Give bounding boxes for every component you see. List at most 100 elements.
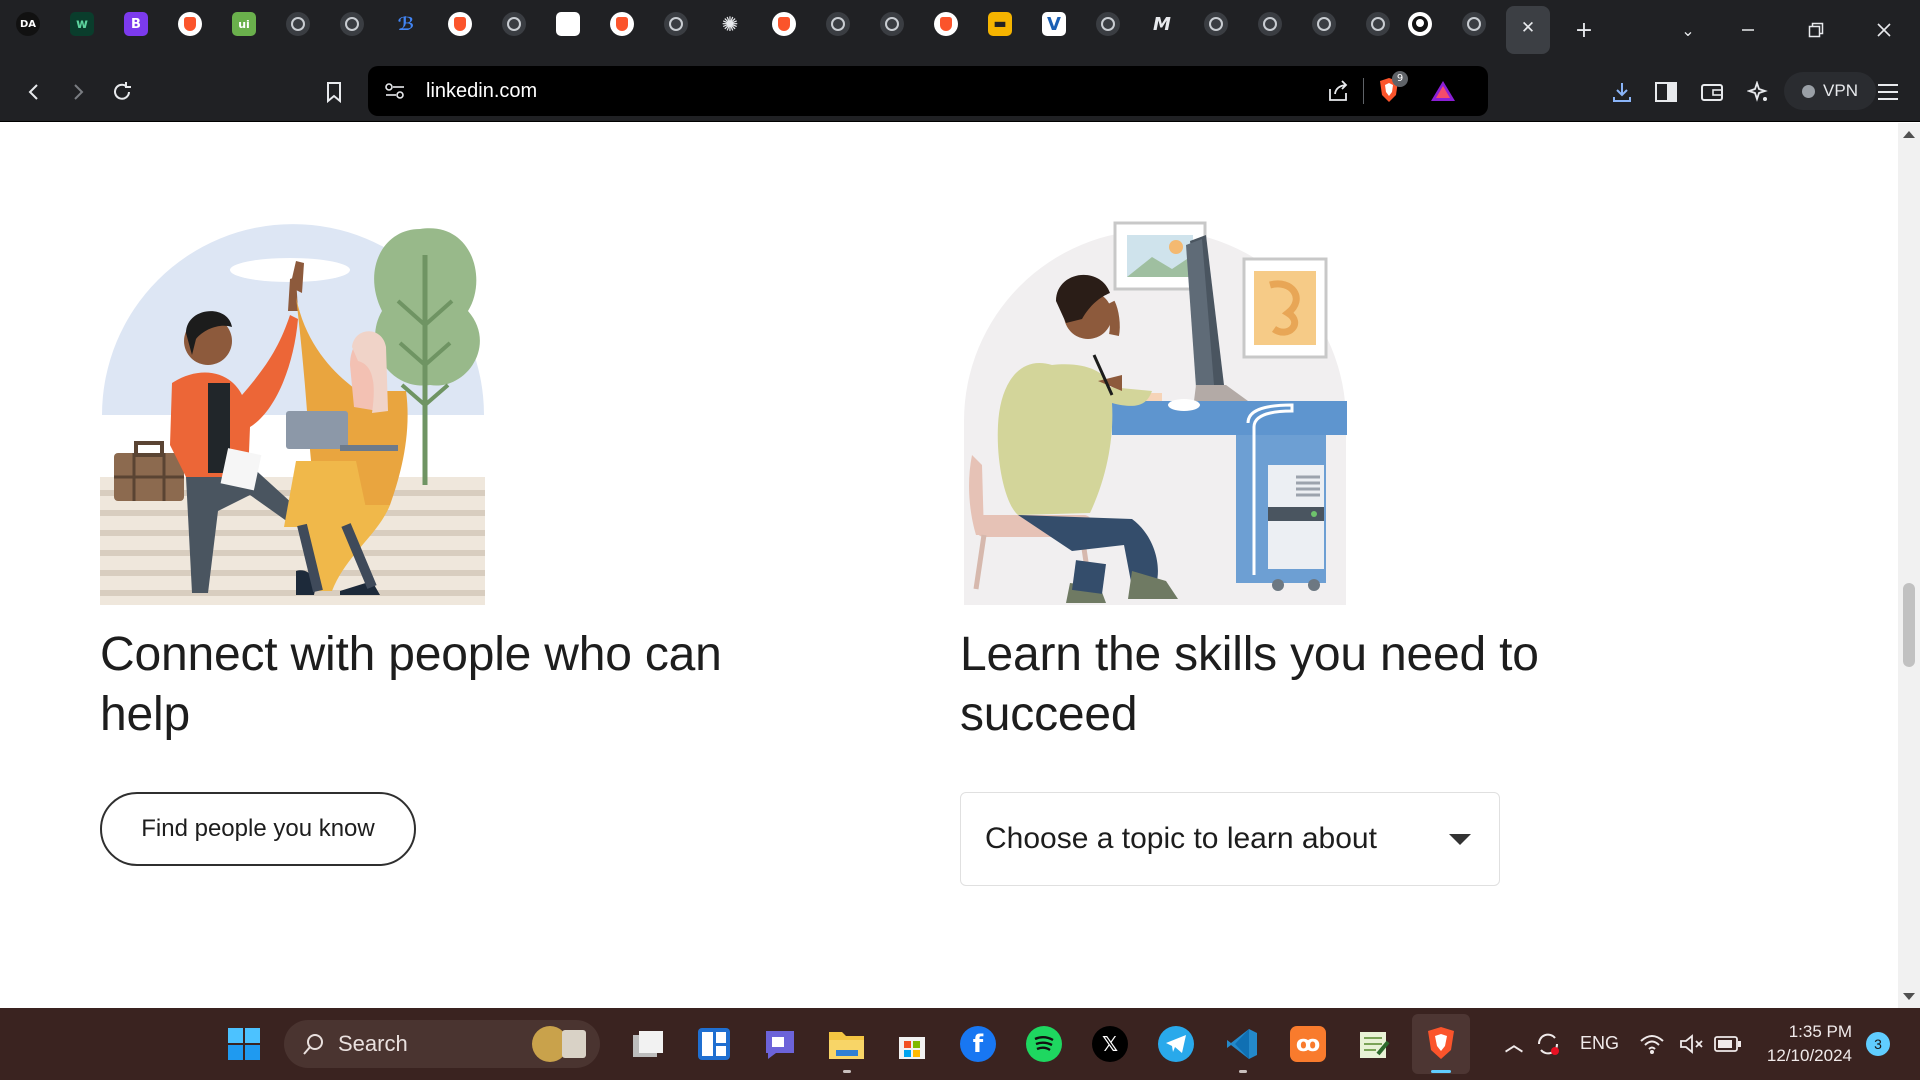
clock-time[interactable]: 1:35 PM [1756, 1022, 1852, 1042]
close-icon [1877, 23, 1891, 37]
high-five-illustration [100, 224, 485, 605]
tab-globe-3[interactable] [502, 12, 526, 36]
back-button[interactable] [16, 74, 52, 110]
chat-app-button[interactable] [762, 1026, 798, 1062]
file-explorer-button[interactable] [828, 1026, 864, 1062]
bookmark-button[interactable] [316, 74, 352, 110]
volume-muted-icon [1680, 1034, 1703, 1054]
tab-green-app[interactable]: ui [232, 12, 256, 36]
language-indicator[interactable]: ENG [1580, 1033, 1619, 1054]
wallet-button[interactable] [1694, 74, 1730, 110]
tab-da[interactable]: DA [16, 12, 40, 36]
tab-brave-4[interactable] [772, 12, 796, 36]
tab-brave-3[interactable] [610, 12, 634, 36]
tab-brave-2[interactable] [448, 12, 472, 36]
ms-store-button[interactable] [894, 1026, 930, 1062]
page-scrollbar[interactable] [1898, 123, 1920, 1008]
tab-da-label: DA [19, 18, 37, 30]
sync-status-button[interactable] [1530, 1026, 1566, 1062]
sidebar-button[interactable] [1648, 74, 1684, 110]
page-content: Connect with people who can help Learn t… [0, 123, 1898, 1008]
vscode-button[interactable] [1224, 1026, 1260, 1062]
scroll-thumb[interactable] [1903, 583, 1915, 667]
wallet-icon [1701, 84, 1723, 101]
download-icon [1613, 83, 1631, 102]
brave-rewards-icon[interactable] [1430, 80, 1456, 102]
widgets-button[interactable] [696, 1026, 732, 1062]
chevron-up-icon: ︿ [1505, 1035, 1523, 1056]
tab-globe-12[interactable] [1462, 12, 1486, 36]
tab-github[interactable] [1408, 12, 1432, 36]
tab-white-doc[interactable] [556, 12, 580, 36]
spotify-icon [1034, 1036, 1054, 1052]
reload-icon [114, 82, 131, 100]
minimize-button[interactable] [1730, 12, 1766, 48]
taskbar-search-label: Search [338, 1031, 408, 1056]
facebook-icon: f [972, 1030, 984, 1058]
telegram-button[interactable] [1158, 1026, 1194, 1062]
close-window-button[interactable] [1866, 12, 1902, 48]
brave-taskbar-button[interactable] [1412, 1014, 1470, 1074]
tab-yellow-app[interactable]: ▬ [988, 12, 1012, 36]
battery-button[interactable] [1710, 1026, 1746, 1062]
facebook-button[interactable]: f [960, 1026, 996, 1062]
taskbar-search[interactable]: Search [284, 1020, 600, 1068]
tab-globe-5[interactable] [826, 12, 850, 36]
leo-ai-button[interactable] [1740, 74, 1776, 110]
forward-button[interactable] [60, 74, 96, 110]
folder-icon [829, 1032, 864, 1059]
new-tab-button[interactable]: + [1566, 12, 1602, 48]
tab-globe-9[interactable] [1258, 12, 1282, 36]
tab-v-app[interactable]: V [1042, 12, 1066, 36]
tab-search-icon[interactable]: ⌄ [1670, 12, 1706, 48]
start-button[interactable] [226, 1026, 262, 1062]
brave-shields-button[interactable]: 9 [1378, 71, 1408, 103]
bookmark-icon [327, 82, 341, 103]
tab-colorful-b[interactable]: ℬ [394, 12, 418, 36]
scroll-up-icon[interactable] [1903, 131, 1915, 138]
vpn-button[interactable]: VPN [1784, 72, 1876, 110]
downloads-button[interactable] [1604, 74, 1640, 110]
volume-button[interactable] [1674, 1026, 1710, 1062]
search-highlight-doc-icon [562, 1030, 586, 1058]
share-icon[interactable] [1326, 79, 1350, 103]
tab-webflow[interactable]: w [70, 12, 94, 36]
x-button[interactable]: 𝕏 [1092, 1026, 1128, 1062]
scroll-down-icon[interactable] [1903, 993, 1915, 1000]
tab-globe-10[interactable] [1312, 12, 1336, 36]
find-people-button[interactable]: Find people you know [100, 792, 416, 866]
tab-globe-1[interactable] [286, 12, 310, 36]
tab-globe-6[interactable] [880, 12, 904, 36]
address-bar[interactable]: linkedin.com 9 [368, 66, 1488, 116]
site-settings-icon[interactable] [384, 81, 406, 101]
tab-brave-5[interactable] [934, 12, 958, 36]
spotify-button[interactable] [1026, 1026, 1062, 1062]
task-view-button[interactable] [630, 1026, 666, 1062]
xampp-button[interactable]: ꝏ [1290, 1026, 1326, 1062]
clock-date[interactable]: 12/10/2024 [1756, 1046, 1852, 1066]
tab-b[interactable]: B [124, 12, 148, 36]
topic-select[interactable]: Choose a topic to learn about [960, 792, 1500, 886]
menu-button[interactable] [1870, 74, 1906, 110]
wifi-button[interactable] [1634, 1026, 1670, 1062]
active-tab[interactable]: ✕ [1506, 6, 1550, 54]
tab-brave-1[interactable] [178, 12, 202, 36]
close-tab-icon[interactable]: ✕ [1518, 18, 1538, 38]
notification-badge[interactable]: 3 [1866, 1032, 1890, 1056]
tab-globe-4[interactable] [664, 12, 688, 36]
url-text: linkedin.com [426, 80, 538, 102]
reload-button[interactable] [104, 74, 140, 110]
tab-globe-11[interactable] [1366, 12, 1390, 36]
restore-button[interactable] [1798, 12, 1834, 48]
tab-globe-7[interactable] [1096, 12, 1120, 36]
search-icon [303, 1034, 323, 1055]
tab-medium[interactable]: M [1150, 12, 1174, 36]
tab-globe-8[interactable] [1204, 12, 1228, 36]
sparkle-icon [1747, 81, 1768, 102]
notepad-app-button[interactable] [1356, 1026, 1392, 1062]
wifi-icon [1640, 1035, 1664, 1054]
tab-globe-2[interactable] [340, 12, 364, 36]
task-view-icon [633, 1031, 663, 1057]
tab-openai[interactable]: ✺ [718, 12, 742, 36]
show-hidden-icons-button[interactable]: ︿ [1496, 1026, 1532, 1062]
